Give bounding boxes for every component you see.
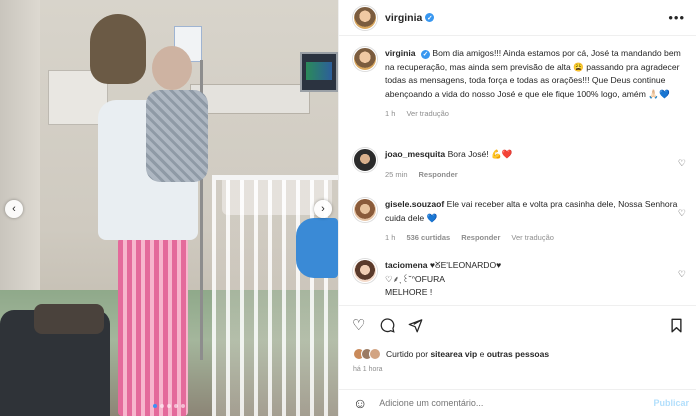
post-timestamp[interactable]: há 1 hora [353, 366, 383, 373]
verified-icon: ✓ [420, 50, 430, 60]
comment-likes[interactable]: 536 curtidas [406, 231, 450, 245]
like-comment-heart-icon[interactable]: ♡ [678, 269, 686, 280]
photo-person-pants [118, 238, 188, 416]
caption-body: virginia ✓ Bom dia amigos!!! Ainda estam… [385, 47, 685, 121]
emoji-icon[interactable]: ☺ [353, 396, 367, 410]
bookmark-icon[interactable] [670, 318, 683, 336]
photo-baby [146, 90, 208, 182]
comment-avatar[interactable] [353, 259, 377, 283]
post-actions: ♡ Curtido por sitearea vip e outras pess… [339, 305, 696, 395]
comment-reply-link[interactable]: Responder [461, 231, 500, 245]
comment-username[interactable]: joao_mesquita [385, 149, 445, 159]
more-options-icon[interactable]: ••• [668, 11, 685, 24]
liked-by-text: Curtido por sitearea vip e outras pessoa… [386, 349, 549, 359]
liked-by-others[interactable]: outras pessoas [487, 349, 549, 359]
carousel-dot[interactable] [160, 404, 164, 408]
comment-body: joao_mesquita Bora José! 💪❤️ 25 min Resp… [385, 148, 685, 181]
caption-translate-link[interactable]: Ver tradução [406, 107, 449, 121]
liked-by: Curtido por sitearea vip e outras pessoa… [353, 348, 549, 360]
photo-baby-head [152, 46, 192, 90]
caption-avatar[interactable] [353, 47, 377, 71]
carousel-dot[interactable] [181, 404, 185, 408]
photo-glove [296, 218, 338, 278]
comment-reply-link[interactable]: Responder [419, 168, 458, 182]
avatar[interactable] [353, 5, 377, 30]
caption-time: 1 h [385, 109, 396, 118]
comment-avatar[interactable] [353, 148, 377, 172]
caption: virginia ✓ Bom dia amigos!!! Ainda estam… [353, 47, 689, 121]
comment-meta: 25 min Responder [385, 168, 685, 182]
carousel-dot[interactable] [167, 404, 171, 408]
share-icon[interactable] [408, 318, 423, 336]
liked-by-user[interactable]: sitearea vip [430, 349, 477, 359]
post-header: virginia ✓ ••• [339, 0, 696, 36]
carousel-dots [0, 404, 338, 408]
carousel-dot[interactable] [174, 404, 178, 408]
photo-chair-seat [34, 304, 104, 334]
comment-meta: 1 h 536 curtidas Responder Ver tradução [385, 231, 685, 245]
heart-icon[interactable]: ♡ [352, 318, 365, 333]
comment-translate-link[interactable]: Ver tradução [511, 231, 554, 245]
avatar [369, 348, 381, 360]
chevron-right-icon[interactable]: › [314, 200, 332, 218]
comment: gisele.souzaof Ele vai receber alta e vo… [353, 198, 689, 245]
comment-avatar[interactable] [353, 198, 377, 222]
photo-wall [0, 0, 40, 300]
add-comment-bar: ☺ Publicar [339, 389, 696, 416]
like-comment-heart-icon[interactable]: ♡ [678, 158, 686, 169]
comment-text: Bora José! 💪❤️ [447, 149, 513, 159]
chevron-left-icon[interactable]: ‹ [5, 200, 23, 218]
photo-person-hair [90, 14, 146, 84]
instagram-post: ‹ › virginia ✓ ••• virginia ✓ Bom dia am… [0, 0, 696, 416]
photo-equipment-shelf [190, 84, 310, 114]
caption-text: Bom dia amigos!!! Ainda estamos por cá, … [385, 48, 681, 99]
liked-by-prefix: Curtido por [386, 349, 429, 359]
post-username[interactable]: virginia [385, 12, 422, 24]
publish-button[interactable]: Publicar [653, 398, 689, 408]
post-sidebar: virginia ✓ ••• virginia ✓ Bom dia amigos… [338, 0, 696, 416]
comment-input[interactable] [379, 398, 640, 408]
comment-username[interactable]: taciomena [385, 260, 428, 270]
comment-body: gisele.souzaof Ele vai receber alta e vo… [385, 198, 685, 245]
verified-icon: ✓ [425, 13, 435, 22]
comment-time: 25 min [385, 169, 408, 179]
liked-by-connector: e [479, 349, 485, 359]
comment: taciomena ♥ᘜE'LEONARDO♥ ♡⸙ˎ꒰˘ᐢOFURA MELH… [353, 259, 689, 300]
comment-body: taciomena ♥ᘜE'LEONARDO♥ ♡⸙ˎ꒰˘ᐢOFURA MELH… [385, 259, 685, 300]
comment-username[interactable]: gisele.souzaof [385, 199, 444, 209]
post-photo[interactable]: ‹ › [0, 0, 338, 416]
comment-icon[interactable] [380, 318, 395, 336]
caption-meta: 1 h Ver tradução [385, 107, 685, 121]
comments-section: virginia ✓ Bom dia amigos!!! Ainda estam… [339, 37, 696, 305]
comment-time: 1 h [385, 233, 396, 242]
like-comment-heart-icon[interactable]: ♡ [678, 208, 686, 219]
photo-monitor [300, 52, 338, 92]
comment: joao_mesquita Bora José! 💪❤️ 25 min Resp… [353, 148, 689, 181]
carousel-dot[interactable] [153, 404, 157, 408]
caption-username[interactable]: virginia [385, 48, 416, 58]
